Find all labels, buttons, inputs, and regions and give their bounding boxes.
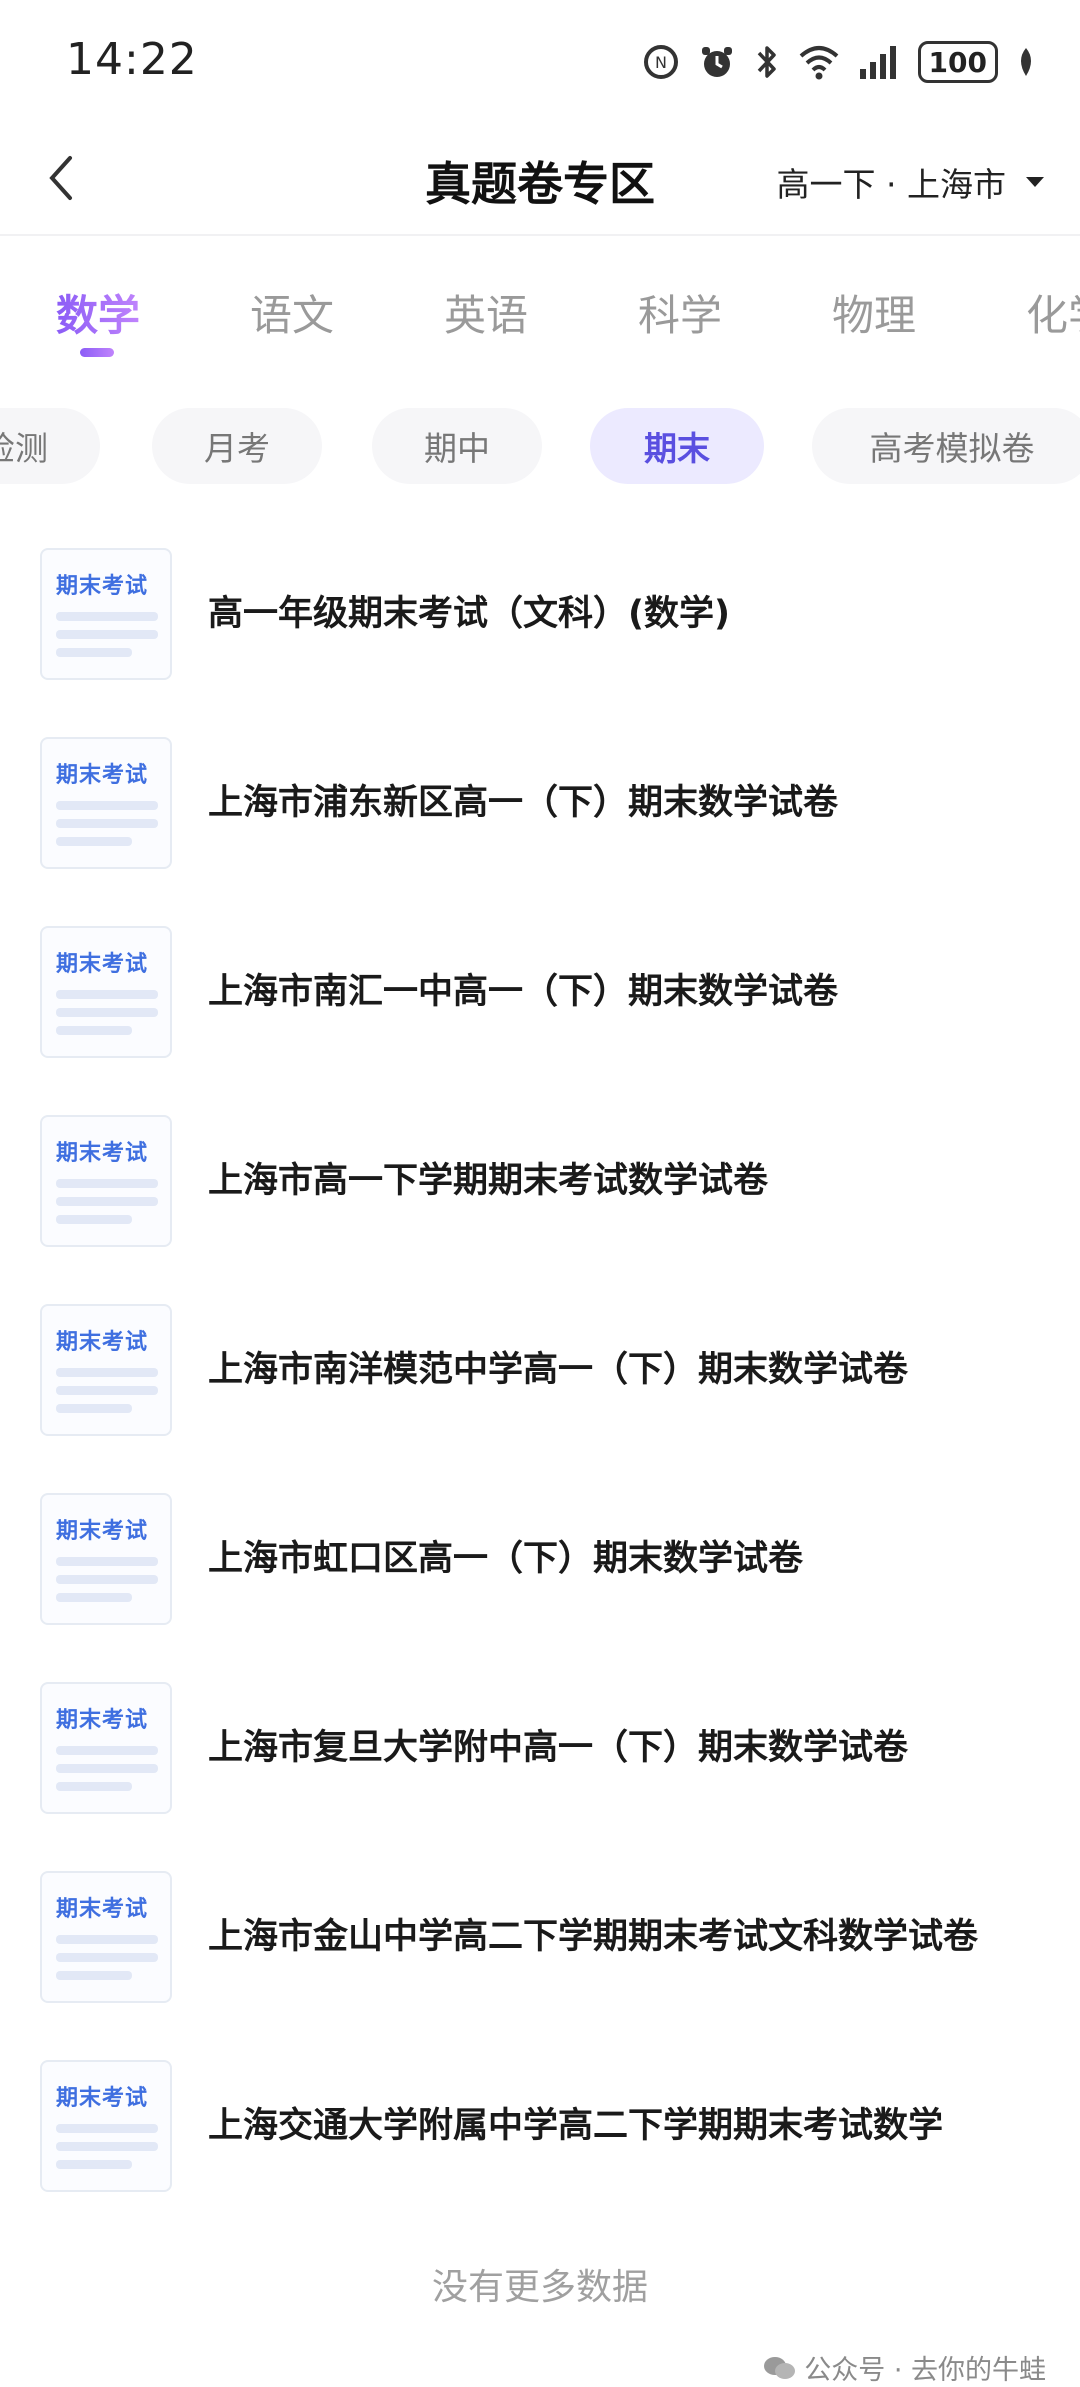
active-tab-indicator xyxy=(80,348,114,357)
no-more-data-text: 没有更多数据 xyxy=(431,2267,648,2308)
thumbnail-line xyxy=(56,1764,158,1773)
thumbnail-line xyxy=(56,2142,158,2151)
tab-science[interactable]: 科学 xyxy=(638,282,722,343)
paper-title: 高一年级期末考试（文科）(数学) xyxy=(208,594,730,634)
paper-thumbnail: 期末考试 xyxy=(40,2060,172,2192)
paper-title: 上海市南汇一中高一（下）期末数学试卷 xyxy=(208,972,839,1012)
thumbnail-label: 期末考试 xyxy=(56,1330,149,1355)
chip-test[interactable]: 检测 xyxy=(0,408,100,484)
subject-tabs: 数学 语文 英语 科学 物理 化学 xyxy=(0,268,1080,364)
watermark: 公众号 · 去你的牛蛙 xyxy=(762,2348,1046,2387)
paper-title: 上海市虹口区高一（下）期末数学试卷 xyxy=(208,1539,804,1579)
nav-header: 真题卷专区 高一下 · 上海市 xyxy=(0,122,1080,236)
tab-chinese[interactable]: 语文 xyxy=(250,282,334,343)
chip-midterm[interactable]: 期中 xyxy=(372,408,542,484)
tab-chemistry[interactable]: 化学 xyxy=(1026,282,1080,343)
battery-indicator: 100 xyxy=(917,41,998,83)
paper-thumbnail: 期末考试 xyxy=(40,1871,172,2003)
paper-thumbnail: 期末考试 xyxy=(40,1115,172,1247)
paper-thumbnail: 期末考试 xyxy=(40,737,172,869)
chip-gaokao-mock[interactable]: 高考模拟卷 xyxy=(812,408,1080,484)
leaf-icon xyxy=(1016,46,1036,78)
thumbnail-line xyxy=(56,1179,158,1188)
list-item[interactable]: 期末考试 上海市复旦大学附中高一（下）期末数学试卷 xyxy=(0,1674,1080,1863)
thumbnail-line xyxy=(56,630,158,639)
region-selector[interactable]: 高一下 · 上海市 xyxy=(777,158,1044,206)
thumbnail-line xyxy=(56,612,158,621)
paper-thumbnail: 期末考试 xyxy=(40,1682,172,1814)
thumbnail-line xyxy=(56,1575,158,1584)
thumbnail-line xyxy=(56,1935,158,1944)
thumbnail-line xyxy=(56,1971,132,1980)
paper-title: 上海市高一下学期期末考试数学试卷 xyxy=(208,1161,769,1201)
wifi-icon xyxy=(798,44,840,80)
wechat-icon xyxy=(764,2356,796,2379)
thumbnail-label: 期末考试 xyxy=(56,1708,149,1733)
list-item[interactable]: 期末考试 上海市虹口区高一（下）期末数学试卷 xyxy=(0,1485,1080,1674)
thumbnail-line xyxy=(56,1008,158,1017)
paper-list: 期末考试 高一年级期末考试（文科）(数学) 期末考试 上海市浦东新区高一（下）期… xyxy=(0,540,1080,2241)
thumbnail-line xyxy=(56,1386,158,1395)
thumbnail-line xyxy=(56,819,158,828)
thumbnail-label: 期末考试 xyxy=(56,1519,149,1544)
list-item[interactable]: 期末考试 上海市金山中学高二下学期期末考试文科数学试卷 xyxy=(0,1863,1080,2052)
thumbnail-line xyxy=(56,1557,158,1566)
thumbnail-line xyxy=(56,1197,158,1206)
paper-title: 上海市金山中学高二下学期期末考试文科数学试卷 xyxy=(208,1917,979,1957)
tab-physics[interactable]: 物理 xyxy=(832,282,916,343)
thumbnail-label: 期末考试 xyxy=(56,763,149,788)
thumbnail-line xyxy=(56,2124,158,2133)
list-item[interactable]: 期末考试 上海市浦东新区高一（下）期末数学试卷 xyxy=(0,729,1080,918)
paper-thumbnail: 期末考试 xyxy=(40,548,172,680)
status-icons: N 100 xyxy=(642,40,1036,84)
list-item[interactable]: 期末考试 上海市南汇一中高一（下）期末数学试卷 xyxy=(0,918,1080,1107)
thumbnail-label: 期末考试 xyxy=(56,1141,149,1166)
region-label: 高一下 · 上海市 xyxy=(776,165,1006,204)
thumbnail-label: 期末考试 xyxy=(56,574,149,599)
exam-type-filters: 检测 月考 期中 期末 高考模拟卷 xyxy=(0,408,1080,494)
paper-title: 上海交通大学附属中学高二下学期期末考试数学 xyxy=(208,2106,944,2146)
list-item[interactable]: 期末考试 上海交通大学附属中学高二下学期期末考试数学 xyxy=(0,2052,1080,2241)
thumbnail-line xyxy=(56,1215,132,1224)
list-item[interactable]: 期末考试 高一年级期末考试（文科）(数学) xyxy=(0,540,1080,729)
thumbnail-label: 期末考试 xyxy=(56,952,149,977)
thumbnail-label: 期末考试 xyxy=(56,1897,149,1922)
thumbnail-line xyxy=(56,1782,132,1791)
caret-down-icon xyxy=(1026,177,1044,187)
list-item[interactable]: 期末考试 上海市南洋模范中学高一（下）期末数学试卷 xyxy=(0,1296,1080,1485)
paper-title: 上海市浦东新区高一（下）期末数学试卷 xyxy=(208,783,839,823)
status-bar: 14:22 N 100 xyxy=(0,0,1080,120)
thumbnail-line xyxy=(56,1746,158,1755)
thumbnail-line xyxy=(56,837,132,846)
svg-text:N: N xyxy=(655,53,667,72)
signal-icon xyxy=(858,45,900,79)
paper-thumbnail: 期末考试 xyxy=(40,926,172,1058)
list-item[interactable]: 期末考试 上海市高一下学期期末考试数学试卷 xyxy=(0,1107,1080,1296)
paper-thumbnail: 期末考试 xyxy=(40,1493,172,1625)
thumbnail-line xyxy=(56,1953,158,1962)
thumbnail-line xyxy=(56,1593,132,1602)
tab-english[interactable]: 英语 xyxy=(444,282,528,343)
thumbnail-line xyxy=(56,1404,132,1413)
paper-thumbnail: 期末考试 xyxy=(40,1304,172,1436)
thumbnail-line xyxy=(56,801,158,810)
thumbnail-line xyxy=(56,1368,158,1377)
paper-title: 上海市南洋模范中学高一（下）期末数学试卷 xyxy=(208,1350,909,1390)
clock: 14:22 xyxy=(66,34,198,85)
thumbnail-line xyxy=(56,2160,132,2169)
tab-math[interactable]: 数学 xyxy=(56,282,140,343)
bluetooth-icon xyxy=(754,43,780,81)
thumbnail-line xyxy=(56,648,132,657)
watermark-text: 公众号 · 去你的牛蛙 xyxy=(804,2355,1046,2386)
alarm-icon xyxy=(698,43,736,81)
thumbnail-label: 期末考试 xyxy=(56,2086,149,2111)
chip-final[interactable]: 期末 xyxy=(590,408,764,484)
thumbnail-line xyxy=(56,1026,132,1035)
chip-monthly[interactable]: 月考 xyxy=(152,408,322,484)
paper-title: 上海市复旦大学附中高一（下）期末数学试卷 xyxy=(208,1728,909,1768)
data-saver-icon: N xyxy=(642,43,680,81)
thumbnail-line xyxy=(56,990,158,999)
